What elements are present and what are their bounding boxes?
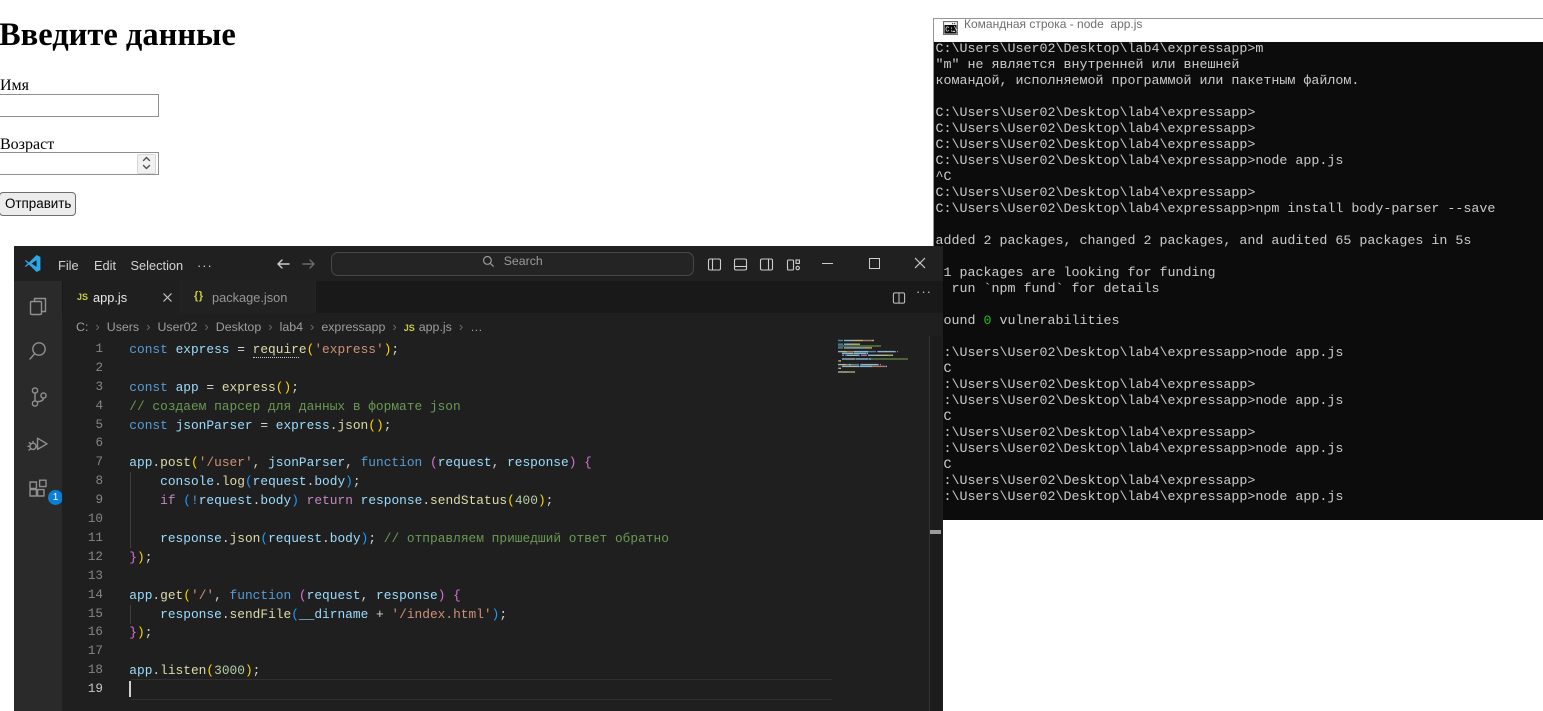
svg-text:C:\: C:\ — [945, 26, 958, 34]
